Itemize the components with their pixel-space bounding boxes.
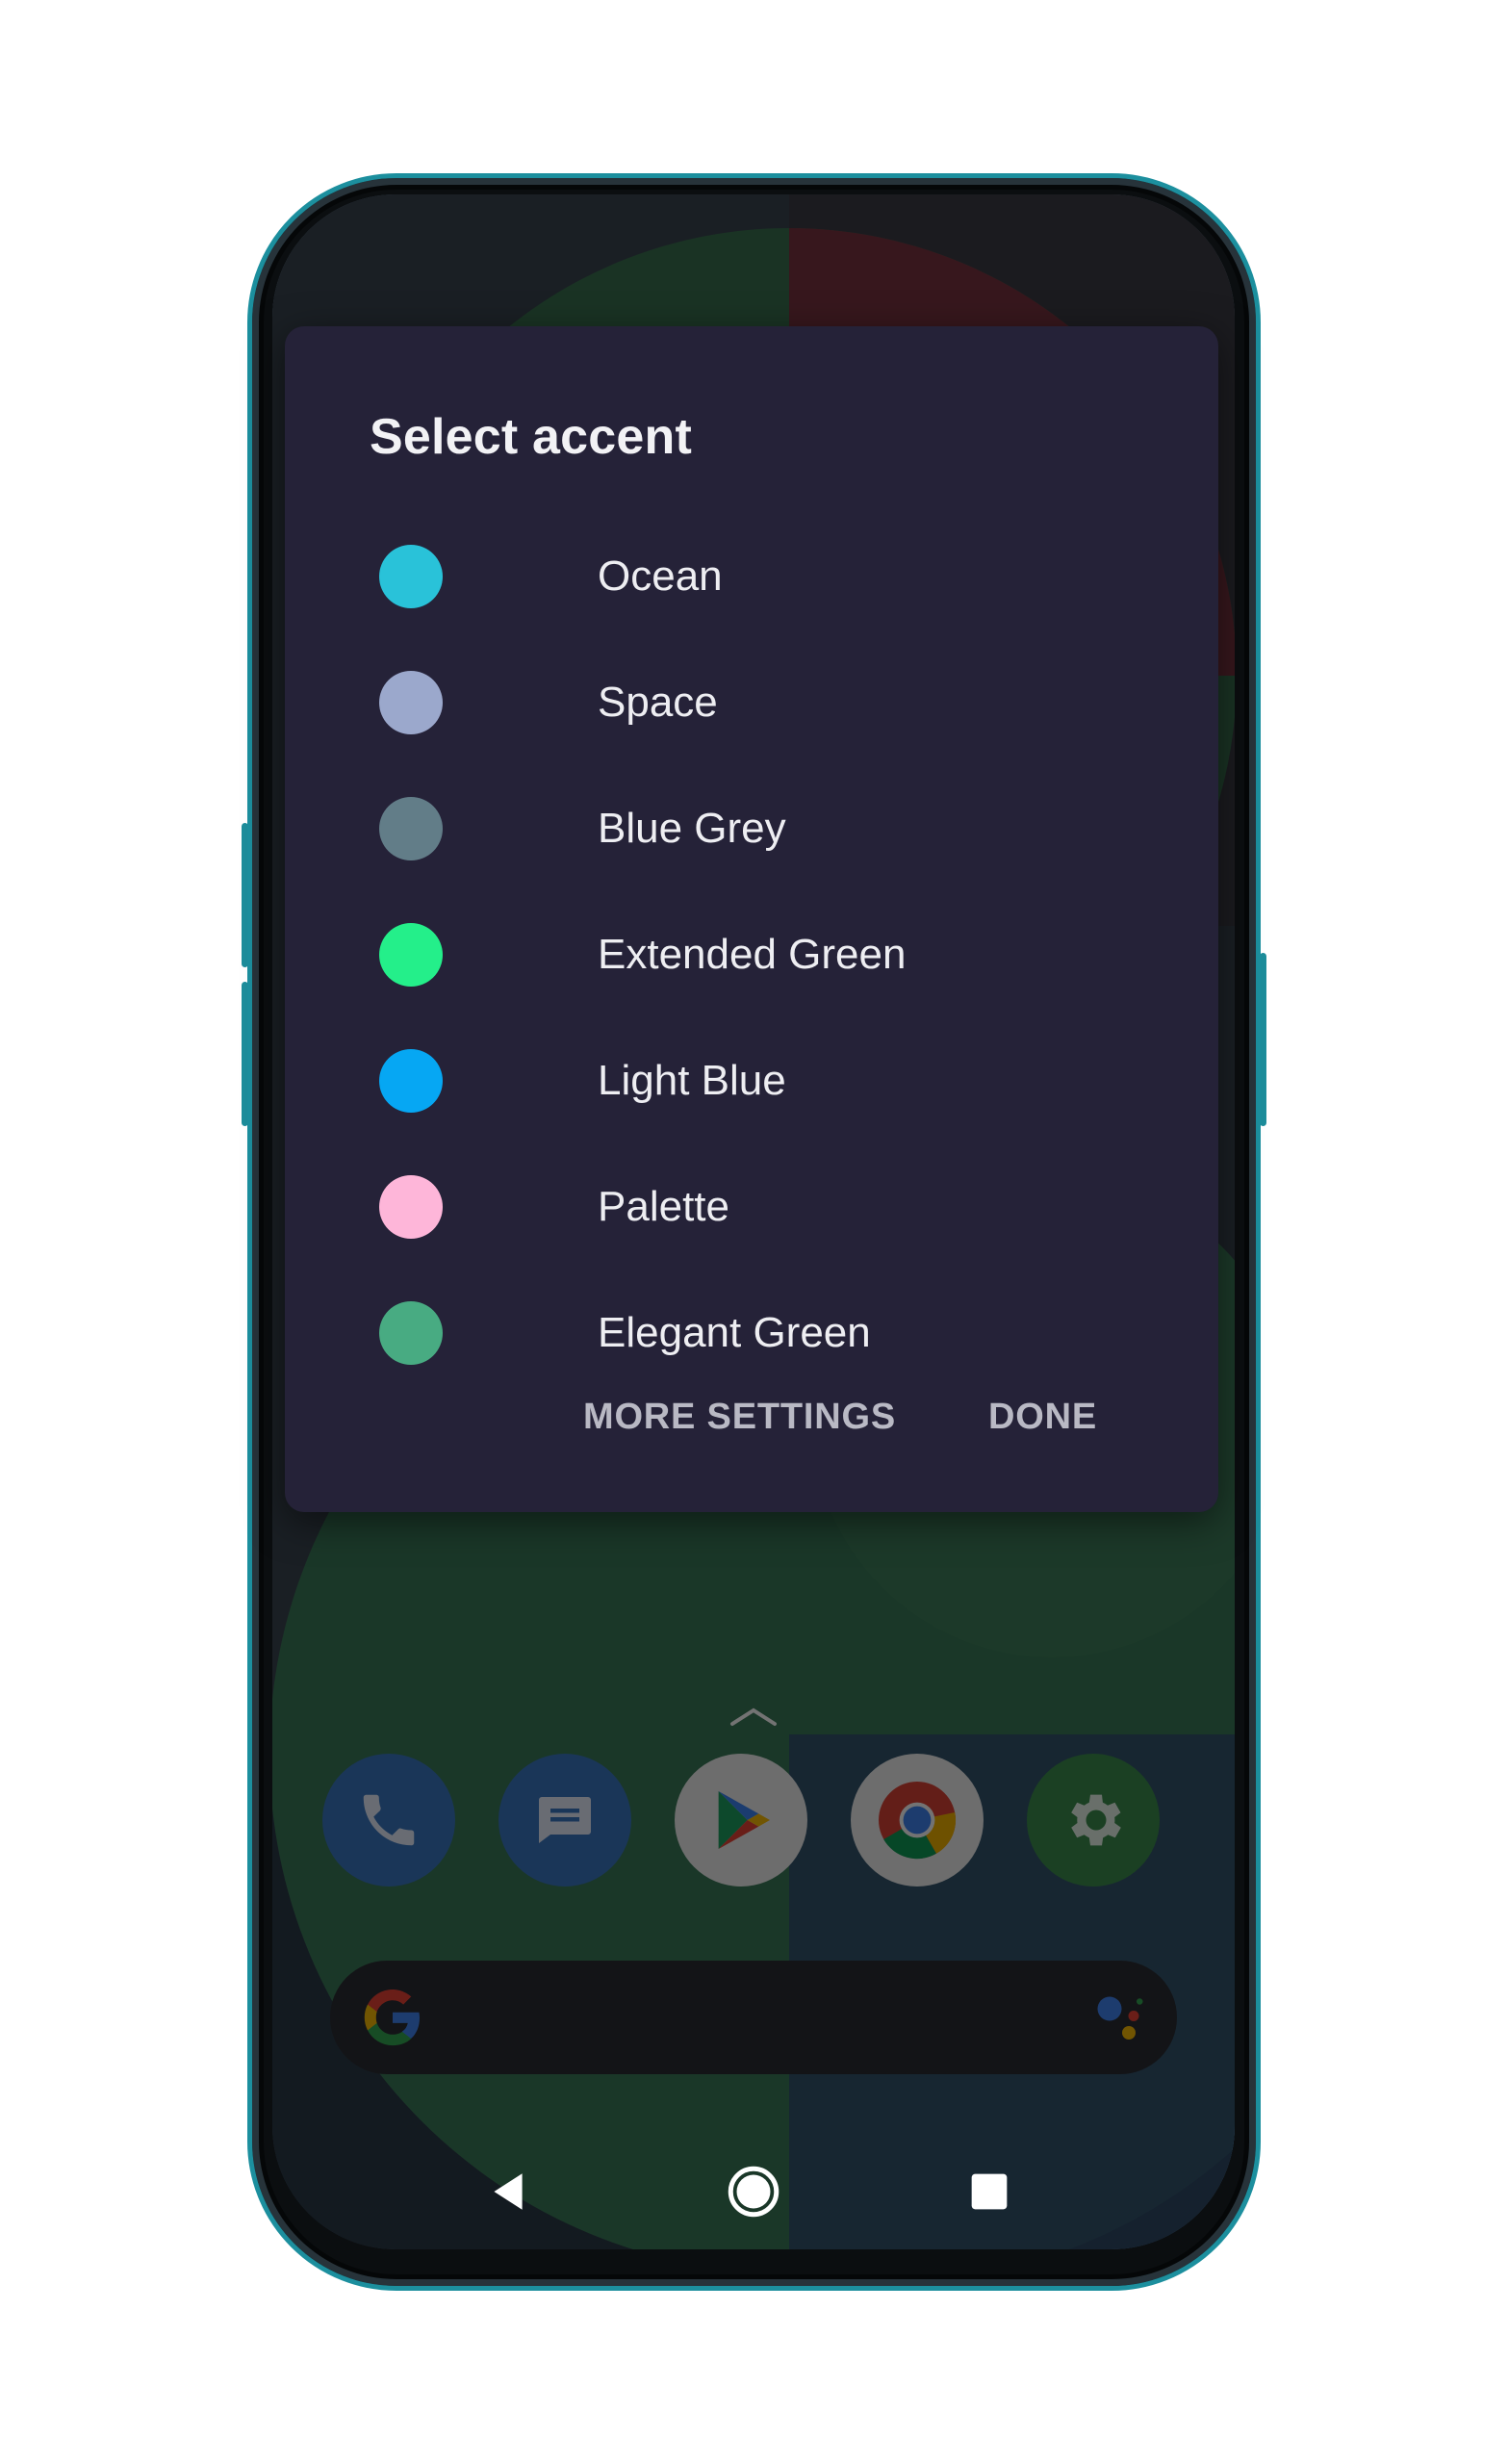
option-label: Blue Grey: [598, 805, 786, 852]
option-label: Space: [598, 679, 718, 726]
color-swatch: [379, 797, 443, 860]
more-settings-button[interactable]: MORE SETTINGS: [583, 1397, 896, 1438]
option-label: Elegant Green: [598, 1309, 871, 1356]
color-swatch: [379, 923, 443, 987]
home-icon[interactable]: [710, 2148, 797, 2235]
accent-option-light-blue[interactable]: Light Blue: [343, 1028, 1161, 1134]
navigation-bar: [272, 2139, 1235, 2235]
option-label: Extended Green: [598, 931, 907, 978]
recents-icon[interactable]: [946, 2148, 1033, 2235]
accent-option-ocean[interactable]: Ocean: [343, 524, 1161, 629]
accent-option-elegant-green[interactable]: Elegant Green: [343, 1280, 1161, 1386]
power-button: [1260, 953, 1266, 1126]
color-swatch: [379, 671, 443, 734]
back-icon[interactable]: [465, 2148, 551, 2235]
done-button[interactable]: DONE: [988, 1397, 1097, 1438]
option-label: Palette: [598, 1183, 729, 1230]
option-label: Light Blue: [598, 1057, 786, 1104]
accent-option-space[interactable]: Space: [343, 650, 1161, 756]
accent-option-extended-green[interactable]: Extended Green: [343, 902, 1161, 1008]
color-swatch: [379, 1301, 443, 1365]
dialog-title: Select accent: [370, 409, 693, 465]
accent-option-palette[interactable]: Palette: [343, 1154, 1161, 1260]
select-accent-dialog: Select accent Ocean Space Blue Grey Exte…: [285, 326, 1218, 1512]
color-swatch: [379, 1175, 443, 1239]
color-swatch: [379, 545, 443, 608]
phone-mockup: Select accent Ocean Space Blue Grey Exte…: [0, 0, 1508, 2464]
option-label: Ocean: [598, 552, 723, 600]
accent-option-blue-grey[interactable]: Blue Grey: [343, 776, 1161, 882]
color-swatch: [379, 1049, 443, 1113]
